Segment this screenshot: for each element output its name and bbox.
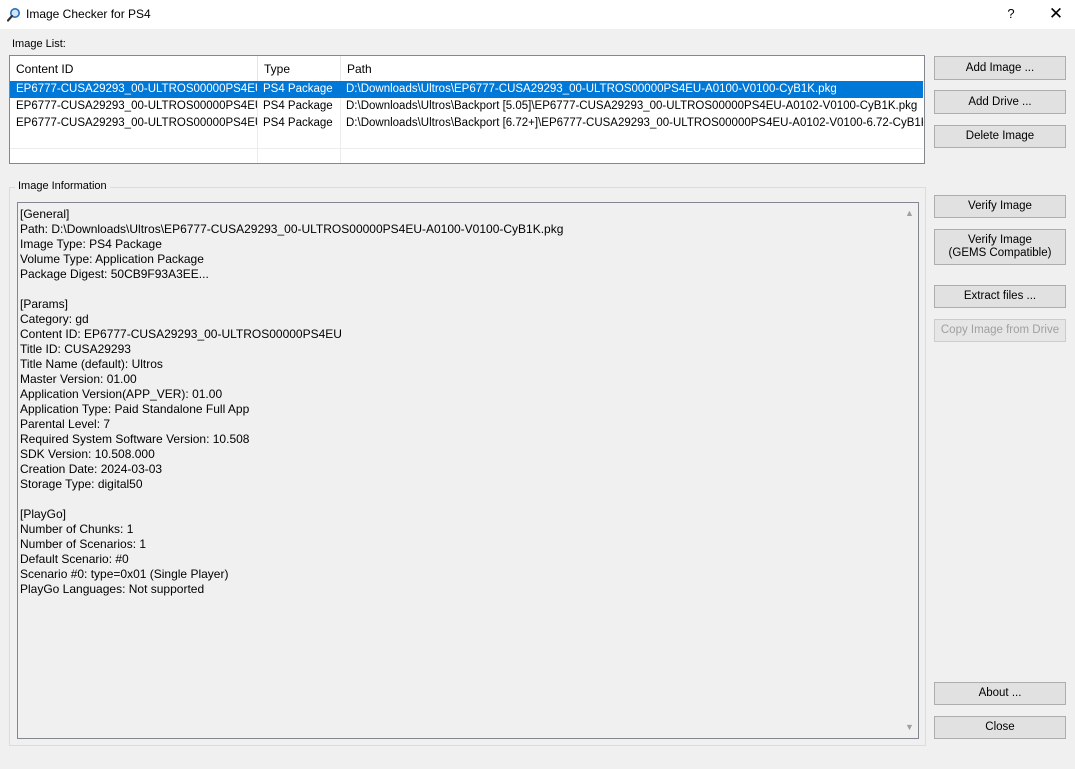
verify-gems-label-line2: (GEMS Compatible) (948, 247, 1052, 259)
verify-image-gems-button[interactable]: Verify Image (GEMS Compatible) (934, 229, 1066, 265)
info-line: Volume Type: Application Package (20, 252, 204, 266)
image-list-label: Image List: (12, 38, 66, 50)
cell-type: PS4 Package (263, 117, 333, 129)
info-line: Category: gd (20, 312, 89, 326)
image-information-text[interactable]: [General] Path: D:\Downloads\Ultros\EP677… (17, 202, 919, 739)
info-line: Scenario #0: type=0x01 (Single Player) (20, 567, 229, 581)
column-header-content-id[interactable]: Content ID (10, 56, 258, 81)
info-line: [PlayGo] (20, 507, 67, 521)
info-line: Parental Level: 7 (20, 417, 111, 431)
info-line: [Params] (20, 297, 69, 311)
verify-gems-label-line1: Verify Image (968, 234, 1032, 246)
column-header-type[interactable]: Type (258, 56, 341, 81)
image-list-header: Content ID Type Path (10, 56, 924, 82)
cell-path: D:\Downloads\Ultros\EP6777-CUSA29293_00-… (340, 81, 923, 98)
window-close-button[interactable]: ✕ (1040, 2, 1072, 26)
add-image-button[interactable]: Add Image ... (934, 56, 1066, 80)
cell-content-id: EP6777-CUSA29293_00-ULTROS00000PS4EU (16, 100, 257, 112)
info-line: PlayGo Languages: Not supported (20, 582, 205, 596)
window-title: Image Checker for PS4 (26, 7, 151, 21)
info-text-lines: [General] Path: D:\Downloads\Ultros\EP677… (20, 207, 900, 597)
image-list-row[interactable]: EP6777-CUSA29293_00-ULTROS00000PS4EU PS4… (10, 81, 923, 98)
cell-type: PS4 Package (263, 100, 333, 112)
scroll-up-arrow-icon[interactable]: ▲ (901, 205, 918, 222)
info-line (20, 492, 900, 507)
add-drive-button[interactable]: Add Drive ... (934, 90, 1066, 114)
info-line: Required System Software Version: 10.508 (20, 432, 250, 446)
info-line: Application Version(APP_VER): 01.00 (20, 387, 223, 401)
about-button[interactable]: About ... (934, 682, 1066, 705)
info-line: Number of Chunks: 1 (20, 522, 134, 536)
image-list[interactable]: Content ID Type Path EP6777-CUSA29293_00… (9, 55, 925, 164)
cell-path: D:\Downloads\Ultros\Backport [5.05]\EP67… (346, 100, 918, 112)
title-bar: Image Checker for PS4 ? ✕ (0, 0, 1075, 29)
info-line: Title Name (default): Ultros (20, 357, 163, 371)
column-header-path[interactable]: Path (341, 56, 924, 81)
copy-image-from-drive-button[interactable]: Copy Image from Drive (934, 319, 1066, 342)
extract-files-button[interactable]: Extract files ... (934, 285, 1066, 308)
info-line: Path: D:\Downloads\Ultros\EP6777-CUSA292… (20, 222, 564, 236)
info-line: Image Type: PS4 Package (20, 237, 162, 251)
delete-image-button[interactable]: Delete Image (934, 125, 1066, 148)
info-line: Storage Type: digital50 (20, 477, 143, 491)
cell-type: PS4 Package (257, 81, 340, 98)
verify-image-button[interactable]: Verify Image (934, 195, 1066, 218)
image-list-row[interactable]: EP6777-CUSA29293_00-ULTROS00000PS4EU PS4… (10, 98, 923, 115)
cell-content-id: EP6777-CUSA29293_00-ULTROS00000PS4EU (10, 81, 257, 98)
info-line: Master Version: 01.00 (20, 372, 137, 386)
close-button[interactable]: Close (934, 716, 1066, 739)
info-line: Number of Scenarios: 1 (20, 537, 147, 551)
info-line: [General] (20, 207, 70, 221)
image-information-label: Image Information (15, 180, 110, 192)
info-line: Content ID: EP6777-CUSA29293_00-ULTROS00… (20, 327, 342, 341)
info-line: Package Digest: 50CB9F93A3EE... (20, 267, 209, 281)
cell-content-id: EP6777-CUSA29293_00-ULTROS00000PS4EU (16, 117, 257, 129)
info-line: Default Scenario: #0 (20, 552, 129, 566)
scroll-down-arrow-icon[interactable]: ▼ (901, 719, 918, 736)
help-button[interactable]: ? (996, 2, 1026, 26)
info-line (20, 282, 900, 297)
cell-path: D:\Downloads\Ultros\Backport [6.72+]\EP6… (346, 117, 923, 129)
info-line: Creation Date: 2024-03-03 (20, 462, 163, 476)
info-line: Title ID: CUSA29293 (20, 342, 131, 356)
image-list-row[interactable]: EP6777-CUSA29293_00-ULTROS00000PS4EU PS4… (10, 115, 923, 132)
magnifier-icon (6, 7, 22, 23)
vertical-scrollbar[interactable]: ▲ ▼ (901, 203, 918, 738)
info-line: Application Type: Paid Standalone Full A… (20, 402, 250, 416)
info-line: SDK Version: 10.508.000 (20, 447, 155, 461)
